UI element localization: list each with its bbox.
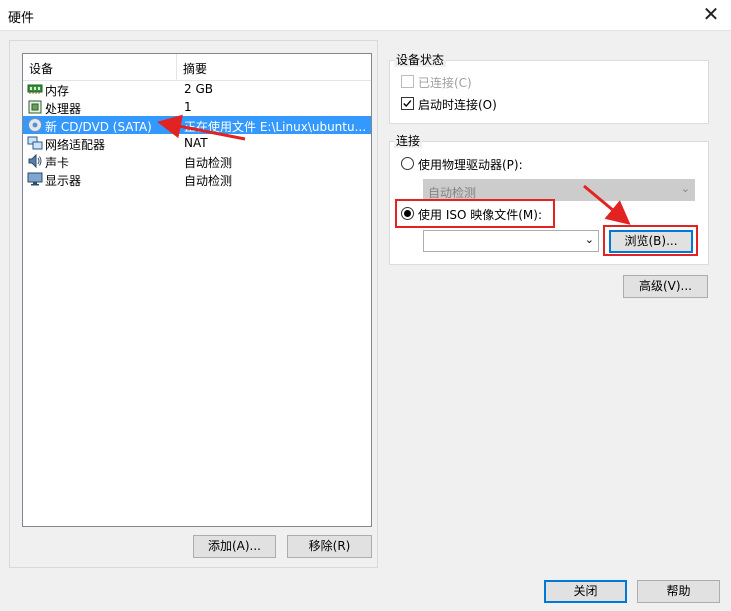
header-device[interactable]: 设备	[29, 60, 53, 77]
close-button[interactable]: 关闭	[544, 580, 627, 603]
iso-path-input[interactable]: ⌄	[423, 230, 599, 252]
device-summary: 2 GB	[184, 82, 213, 96]
header-summary[interactable]: 摘要	[183, 60, 207, 77]
remove-button[interactable]: 移除(R)	[287, 535, 372, 558]
list-header: 设备 摘要	[23, 54, 371, 81]
browse-highlight	[603, 225, 698, 256]
checkmark-icon	[403, 100, 412, 108]
chevron-down-icon[interactable]: ⌄	[585, 233, 594, 246]
device-name: 内存	[45, 84, 70, 98]
cd-dvd-icon	[28, 118, 42, 132]
device-summary: NAT	[184, 136, 208, 150]
add-button[interactable]: 添加(A)...	[193, 535, 276, 558]
device-status-group	[389, 60, 709, 124]
connected-checkbox[interactable]	[401, 75, 414, 88]
device-row-sound[interactable]: 声卡 自动检测	[23, 152, 371, 170]
device-status-title: 设备状态	[394, 53, 447, 67]
device-row-memory[interactable]: 内存 2 GB	[23, 80, 371, 98]
processor-icon	[28, 100, 42, 114]
device-row-display[interactable]: 显示器 自动检测	[23, 170, 371, 188]
sound-card-icon	[28, 153, 42, 169]
close-icon[interactable]: ✕	[699, 2, 723, 26]
device-row-network[interactable]: 网络适配器 NAT	[23, 134, 371, 152]
title-bar: 硬件 ✕	[0, 0, 731, 31]
device-name: 处理器	[45, 102, 82, 116]
device-name: 网络适配器	[45, 138, 106, 152]
chevron-down-icon: ⌄	[680, 182, 690, 195]
device-row-cd-dvd[interactable]: 新 CD/DVD (SATA) 正在使用文件 E:\Linux\ubuntu..…	[23, 116, 371, 134]
connection-title: 连接	[394, 134, 423, 148]
advanced-button[interactable]: 高级(V)...	[623, 275, 708, 298]
device-list[interactable]: 设备 摘要 内存 2 GB 处理器 1 新 CD/DVD (SATA) 正在使用…	[22, 53, 372, 527]
device-summary: 正在使用文件 E:\Linux\ubuntu...	[184, 120, 367, 134]
help-button[interactable]: 帮助	[637, 580, 720, 603]
display-icon	[27, 172, 43, 186]
memory-icon	[27, 84, 43, 94]
network-adapter-icon	[27, 136, 43, 150]
connect-at-power-on-checkbox[interactable]	[401, 97, 414, 110]
device-summary: 自动检测	[184, 174, 233, 188]
device-summary: 1	[184, 100, 192, 114]
physical-drive-select[interactable]: 自动检测 ⌄	[423, 179, 695, 201]
device-summary: 自动检测	[184, 156, 233, 170]
iso-image-highlight	[395, 199, 555, 228]
physical-drive-label: 使用物理驱动器(P):	[418, 158, 523, 172]
window-title: 硬件	[8, 11, 35, 26]
header-divider[interactable]	[176, 54, 177, 80]
device-name: 声卡	[45, 156, 70, 170]
physical-drive-radio[interactable]	[401, 157, 414, 170]
device-name: 新 CD/DVD (SATA)	[45, 120, 152, 134]
device-row-processor[interactable]: 处理器 1	[23, 98, 371, 116]
connect-at-power-on-label: 启动时连接(O)	[418, 98, 497, 112]
connected-label: 已连接(C)	[418, 76, 472, 90]
device-name: 显示器	[45, 174, 82, 188]
